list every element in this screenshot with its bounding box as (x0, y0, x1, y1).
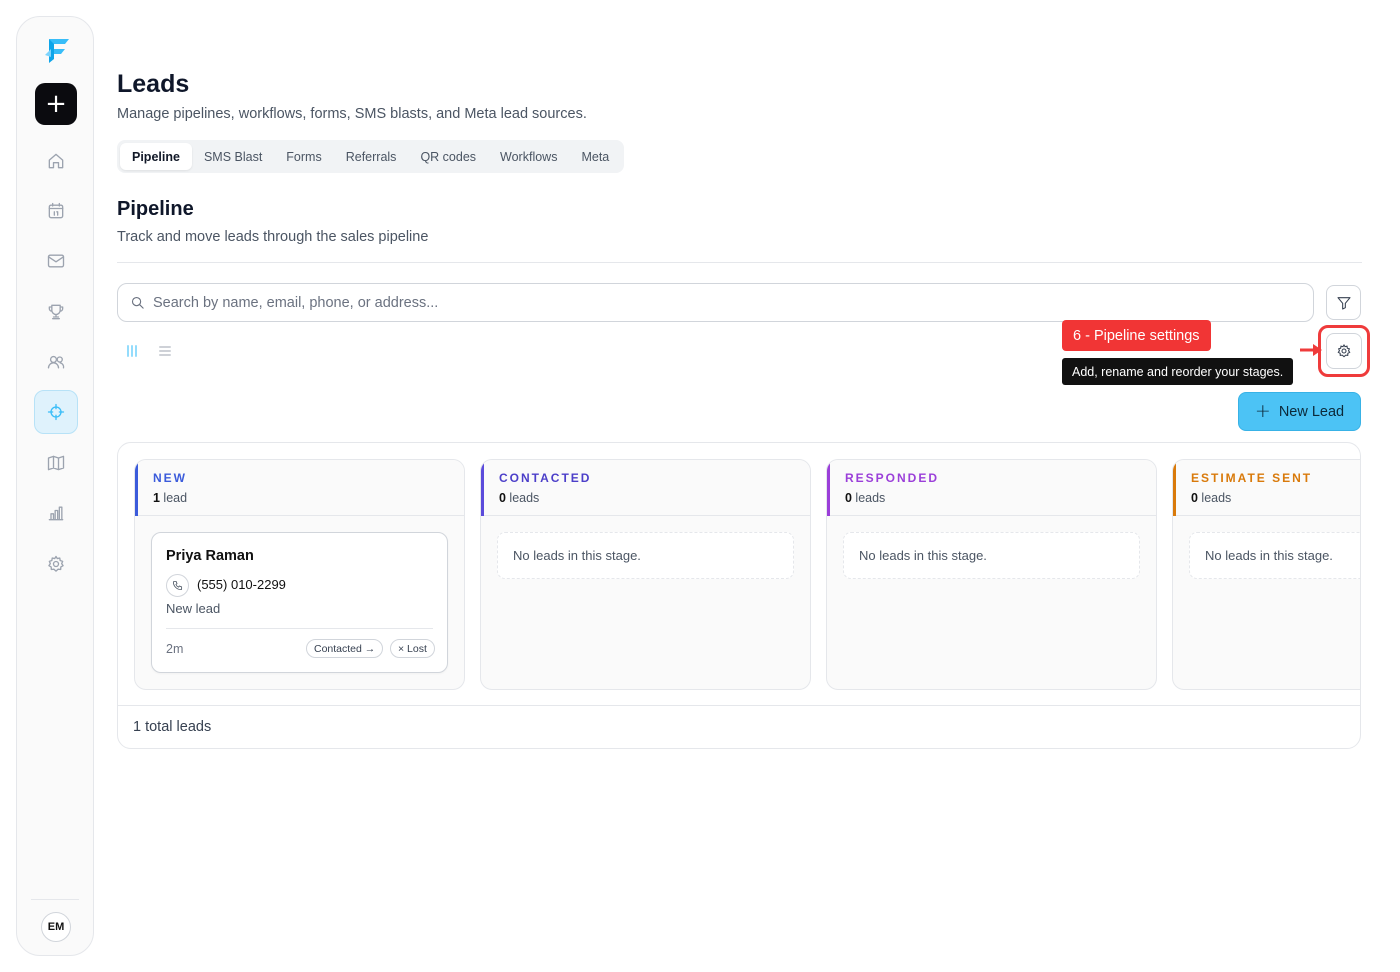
tab-workflows[interactable]: Workflows (488, 143, 569, 170)
calendar-nav-item[interactable] (34, 189, 78, 233)
page-title: Leads (117, 70, 190, 98)
empty-stage-message: No leads in this stage. (843, 532, 1140, 579)
user-avatar[interactable]: EM (41, 912, 71, 942)
app-logo[interactable] (41, 35, 73, 67)
annotation-tooltip: Add, rename and reorder your stages. (1062, 358, 1294, 385)
stage-header: NEW 1 lead (135, 460, 464, 516)
settings-nav-item[interactable] (34, 542, 78, 586)
home-icon (48, 153, 64, 169)
stage-header: ESTIMATE SENT 0 leads (1173, 460, 1360, 516)
mark-lost-button[interactable]: × Lost (390, 639, 435, 658)
annotation-badge: 6 - Pipeline settings (1062, 320, 1211, 351)
board-view-toggle[interactable] (122, 341, 142, 361)
search-box (117, 283, 1314, 322)
lead-card[interactable]: Priya Raman (555) 010-2299 New lead 2m C… (151, 532, 448, 673)
filter-icon (1336, 296, 1351, 310)
trophy-nav-item[interactable] (34, 290, 78, 334)
mail-nav-item[interactable] (34, 239, 78, 283)
empty-stage-message: No leads in this stage. (1189, 532, 1360, 579)
home-nav-item[interactable] (34, 139, 78, 183)
tab-qr-codes[interactable]: QR codes (408, 143, 488, 170)
phone-icon[interactable] (166, 574, 189, 597)
board-footer-divider (118, 705, 1360, 706)
list-icon (159, 346, 171, 356)
new-lead-label: New Lead (1278, 403, 1345, 420)
stage-accent (827, 460, 830, 516)
lead-age: 2m (166, 642, 184, 656)
tab-referrals[interactable]: Referrals (334, 143, 409, 170)
reports-nav-item[interactable] (34, 491, 78, 535)
filter-button[interactable] (1326, 285, 1361, 320)
stage-column-contacted: CONTACTED 0 leads No leads in this stage… (480, 459, 811, 690)
stage-accent (1173, 460, 1176, 516)
leads-nav-item[interactable] (34, 390, 78, 434)
stage-header: CONTACTED 0 leads (481, 460, 810, 516)
columns-icon (127, 345, 137, 357)
section-subtitle: Track and move leads through the sales p… (117, 229, 429, 245)
tab-forms[interactable]: Forms (274, 143, 333, 170)
stage-column-responded: RESPONDED 0 leads No leads in this stage… (826, 459, 1157, 690)
search-input[interactable] (153, 294, 1253, 311)
move-to-contacted-button[interactable]: Contacted → (306, 639, 384, 658)
tab-meta[interactable]: Meta (569, 143, 621, 170)
users-icon (47, 355, 65, 369)
card-divider (166, 628, 433, 629)
lead-status: New lead (166, 601, 221, 616)
trophy-icon (48, 304, 64, 320)
stage-columns: NEW 1 lead Priya Raman (555) 010-2299 Ne… (134, 459, 1360, 690)
new-lead-button[interactable]: + New Lead (1238, 392, 1361, 431)
stage-accent (481, 460, 484, 516)
search-icon (131, 296, 144, 309)
empty-stage-message: No leads in this stage. (497, 532, 794, 579)
tab-pipeline[interactable]: Pipeline (120, 143, 192, 170)
sidebar-divider (31, 899, 79, 900)
lead-phone: (555) 010-2299 (197, 577, 286, 592)
list-view-toggle[interactable] (155, 341, 175, 361)
stage-name: NEW (153, 471, 187, 485)
pipeline-board: NEW 1 lead Priya Raman (555) 010-2299 Ne… (117, 442, 1361, 749)
section-title: Pipeline (117, 198, 194, 220)
create-button[interactable]: + (35, 83, 77, 125)
map-icon (47, 455, 65, 471)
leads-tabs: Pipeline SMS Blast Forms Referrals QR co… (117, 140, 625, 173)
map-nav-item[interactable] (34, 441, 78, 485)
total-leads: 1 total leads (133, 719, 212, 735)
stage-column-estimate-sent: ESTIMATE SENT 0 leads No leads in this s… (1172, 459, 1360, 690)
stage-count: 0 leads (499, 491, 540, 505)
stage-column-new: NEW 1 lead Priya Raman (555) 010-2299 Ne… (134, 459, 465, 690)
lead-name: Priya Raman (166, 548, 254, 564)
stage-count: 0 leads (845, 491, 886, 505)
stage-name: RESPONDED (845, 471, 940, 485)
stage-count: 1 lead (153, 491, 188, 505)
plus-icon: + (1254, 400, 1271, 422)
stage-name: CONTACTED (499, 471, 592, 485)
crosshair-icon (47, 403, 65, 421)
mail-icon (47, 254, 65, 268)
calendar-icon (48, 202, 64, 219)
bar-chart-icon (48, 506, 64, 521)
sidebar: + EM (16, 16, 94, 956)
gear-icon (48, 555, 64, 572)
stage-count: 0 leads (1191, 491, 1232, 505)
page-subtitle: Manage pipelines, workflows, forms, SMS … (117, 106, 587, 122)
users-nav-item[interactable] (34, 340, 78, 384)
stage-header: RESPONDED 0 leads (827, 460, 1156, 516)
pipeline-settings-button[interactable] (1326, 333, 1362, 369)
stage-accent (135, 460, 138, 516)
section-divider (117, 262, 1362, 263)
gear-icon (1337, 343, 1351, 358)
stage-name: ESTIMATE SENT (1191, 471, 1313, 485)
tab-sms-blast[interactable]: SMS Blast (192, 143, 274, 170)
